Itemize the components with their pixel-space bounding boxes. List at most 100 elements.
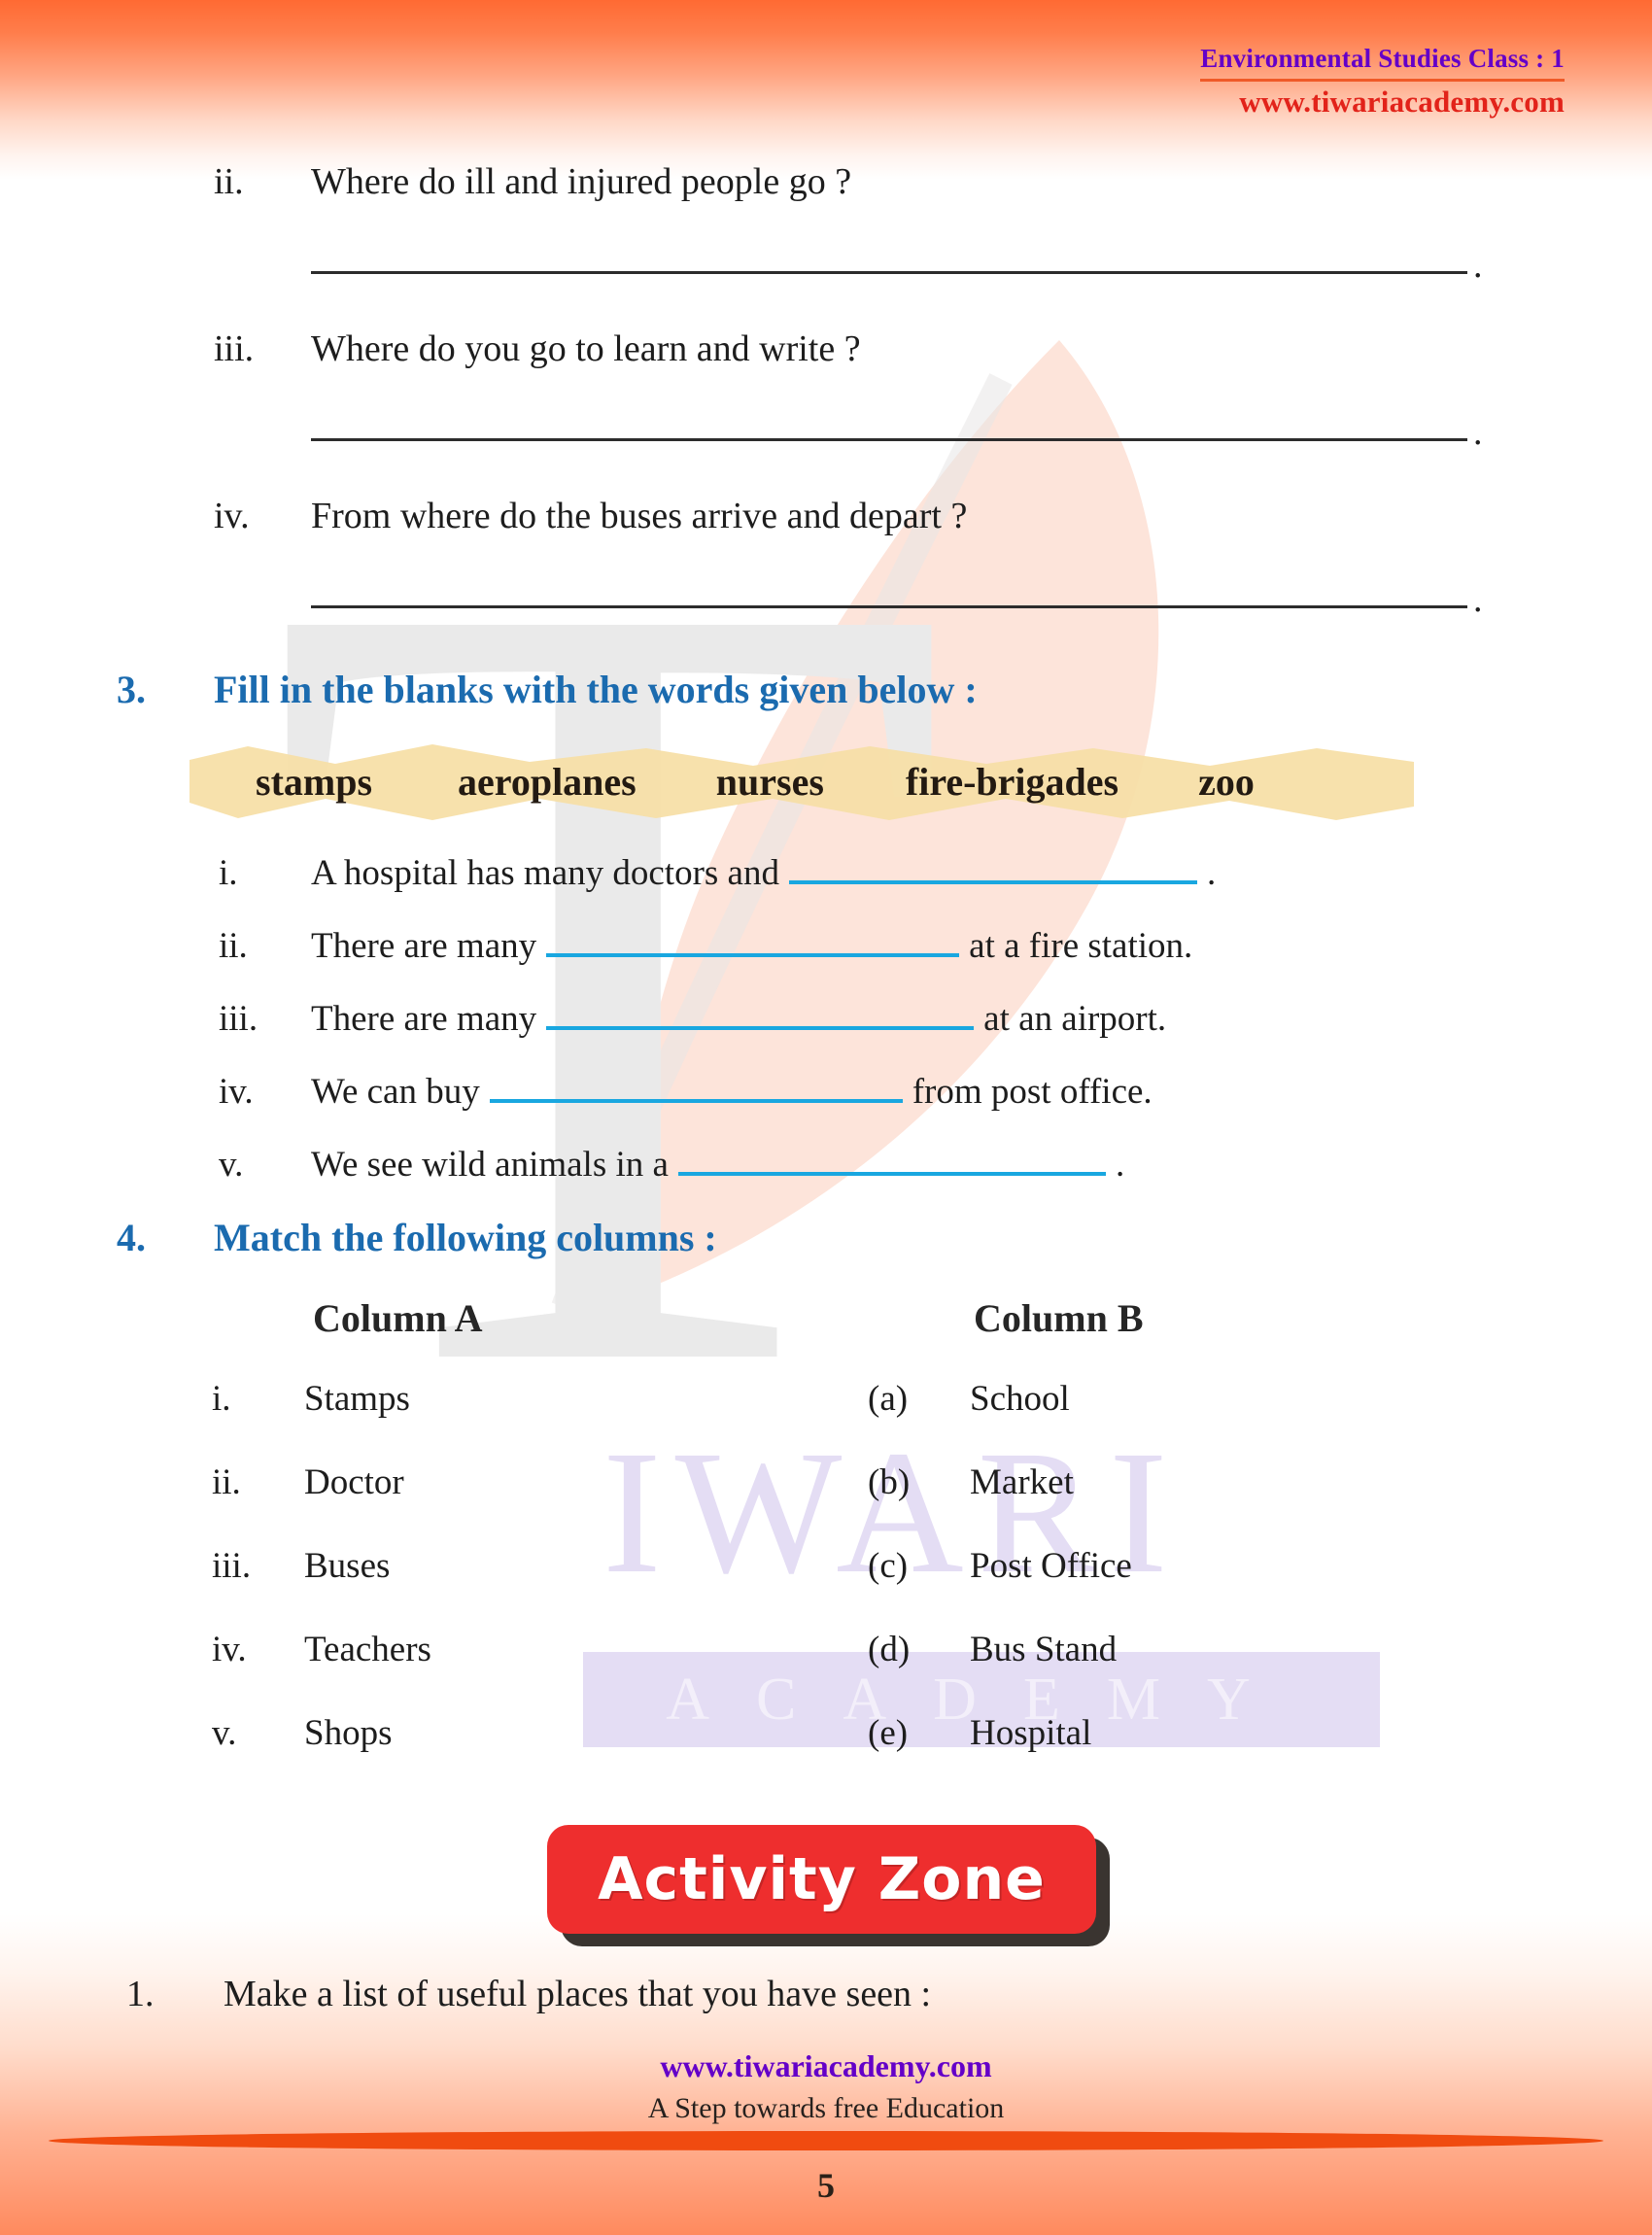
question-row: iv. From where do the buses arrive and d… — [214, 495, 967, 537]
match-letter: (b) — [868, 1462, 911, 1502]
header-class-title: Environmental Studies Class : 1 — [1200, 44, 1565, 73]
match-item-b: Market — [970, 1462, 1074, 1502]
header-website-link[interactable]: www.tiwariacademy.com — [1200, 85, 1565, 120]
answer-rule[interactable] — [311, 438, 1467, 442]
answer-rule[interactable] — [311, 605, 1467, 609]
answer-line[interactable]: . — [311, 245, 1506, 286]
section-4-number: 4. — [117, 1216, 146, 1259]
question-text: From where do the buses arrive and depar… — [311, 496, 968, 536]
activity-zone-badge: Activity Zone — [547, 1825, 1110, 1946]
match-row-right[interactable]: (c) Post Office — [868, 1545, 1132, 1587]
question-text: Where do ill and injured people go ? — [311, 161, 852, 202]
activity-zone-button[interactable]: Activity Zone — [547, 1825, 1096, 1934]
answer-line[interactable]: . — [311, 579, 1506, 620]
fill-blank-row: iii. There are many at an airport. — [219, 993, 1166, 1040]
worksheet-page: T IWARI ACADEMY Environmental Studies Cl… — [0, 0, 1652, 2235]
fill-blank-row: iv. We can buy from post office. — [219, 1066, 1153, 1113]
match-row-left[interactable]: v. Shops — [212, 1712, 392, 1754]
fill-blank-text-before: There are many — [311, 926, 537, 966]
question-number: iii. — [214, 328, 255, 369]
match-number: iii. — [212, 1546, 252, 1586]
footer-website-link[interactable]: www.tiwariacademy.com — [0, 2048, 1652, 2084]
match-letter: (e) — [868, 1713, 909, 1753]
fill-blank-number: iii. — [219, 999, 258, 1039]
footer-divider — [49, 2131, 1603, 2150]
section-4-title: Match the following columns : — [214, 1216, 717, 1259]
match-item-a: Teachers — [304, 1630, 431, 1669]
match-number: v. — [212, 1713, 237, 1753]
column-a-header: Column A — [313, 1296, 483, 1340]
header-divider — [1200, 79, 1565, 82]
word-bank: stamps aeroplanes nurses fire-brigades z… — [189, 739, 1414, 824]
answer-period: . — [1473, 245, 1483, 286]
question-text: Where do you go to learn and write ? — [311, 328, 861, 369]
match-number: i. — [212, 1379, 231, 1419]
fill-blank-text-before: There are many — [311, 999, 537, 1039]
activity-text: Make a list of useful places that you ha… — [224, 1974, 932, 2014]
match-item-a: Stamps — [304, 1379, 410, 1419]
column-b-header: Column B — [974, 1296, 1144, 1340]
fill-blank-row: v. We see wild animals in a . — [219, 1139, 1124, 1186]
match-row-left[interactable]: iii. Buses — [212, 1545, 390, 1587]
match-item-b: Hospital — [970, 1713, 1092, 1753]
match-row-left[interactable]: ii. Doctor — [212, 1461, 404, 1503]
match-item-b: Bus Stand — [970, 1630, 1118, 1669]
match-row-right[interactable]: (b) Market — [868, 1461, 1074, 1503]
word-bank-item: stamps — [256, 759, 373, 804]
footer-tagline: A Step towards free Education — [647, 2092, 1005, 2124]
answer-line[interactable]: . — [311, 412, 1506, 453]
match-row-left[interactable]: i. Stamps — [212, 1378, 410, 1420]
word-bank-item: fire-brigades — [905, 759, 1119, 804]
match-number: ii. — [212, 1462, 241, 1502]
match-letter: (d) — [868, 1630, 911, 1669]
footer: www.tiwariacademy.com A Step towards fre… — [0, 2048, 1652, 2125]
fill-blank-text-after: . — [1115, 1145, 1125, 1185]
activity-row: 1. Make a list of useful places that you… — [126, 1973, 931, 2015]
fill-blank-input[interactable] — [489, 1066, 903, 1103]
section-4-heading: 4. Match the following columns : — [117, 1215, 717, 1260]
activity-number: 1. — [126, 1974, 155, 2014]
fill-blank-input[interactable] — [546, 920, 960, 957]
fill-blank-number: ii. — [219, 926, 248, 966]
match-number: iv. — [212, 1630, 247, 1669]
match-item-b: School — [970, 1379, 1070, 1419]
question-row: ii. Where do ill and injured people go ? — [214, 160, 851, 203]
match-row-left[interactable]: iv. Teachers — [212, 1629, 431, 1670]
word-bank-item: nurses — [715, 759, 824, 804]
fill-blank-text-after: at a fire station. — [969, 926, 1193, 966]
fill-blank-number: iv. — [219, 1072, 254, 1112]
match-row-right[interactable]: (a) School — [868, 1378, 1070, 1420]
section-3-number: 3. — [117, 668, 146, 711]
section-3-heading: 3. Fill in the blanks with the words giv… — [117, 667, 978, 712]
page-number: 5 — [817, 2166, 835, 2205]
answer-period: . — [1473, 579, 1483, 620]
match-letter: (c) — [868, 1546, 909, 1586]
fill-blank-text-before: A hospital has many doctors and — [311, 853, 779, 893]
word-bank-item: zoo — [1198, 759, 1255, 804]
match-item-a: Doctor — [304, 1462, 404, 1502]
fill-blank-input[interactable] — [677, 1139, 1106, 1176]
fill-blank-input[interactable] — [788, 847, 1197, 884]
activity-zone-label: Activity Zone — [598, 1845, 1046, 1913]
fill-blank-input[interactable] — [546, 993, 975, 1030]
match-item-a: Shops — [304, 1713, 393, 1753]
answer-period: . — [1473, 412, 1483, 453]
fill-blank-text-after: . — [1206, 853, 1217, 893]
fill-blank-text-after: from post office. — [912, 1072, 1153, 1112]
fill-blank-text-before: We can buy — [311, 1072, 480, 1112]
match-row-right[interactable]: (d) Bus Stand — [868, 1629, 1117, 1670]
page-header: Environmental Studies Class : 1 www.tiwa… — [1200, 44, 1565, 120]
match-item-a: Buses — [304, 1546, 391, 1586]
match-row-right[interactable]: (e) Hospital — [868, 1712, 1091, 1754]
fill-blank-row: ii. There are many at a fire station. — [219, 920, 1192, 967]
fill-blank-text-after: at an airport. — [983, 999, 1167, 1039]
match-item-b: Post Office — [970, 1546, 1132, 1586]
answer-rule[interactable] — [311, 271, 1467, 275]
question-number: iv. — [214, 496, 250, 536]
word-bank-item: aeroplanes — [458, 759, 637, 804]
page-content: Environmental Studies Class : 1 www.tiwa… — [0, 0, 1652, 2235]
match-letter: (a) — [868, 1379, 909, 1419]
section-3-title: Fill in the blanks with the words given … — [214, 668, 978, 711]
fill-blank-row: i. A hospital has many doctors and . — [219, 847, 1216, 894]
question-number: ii. — [214, 161, 244, 202]
